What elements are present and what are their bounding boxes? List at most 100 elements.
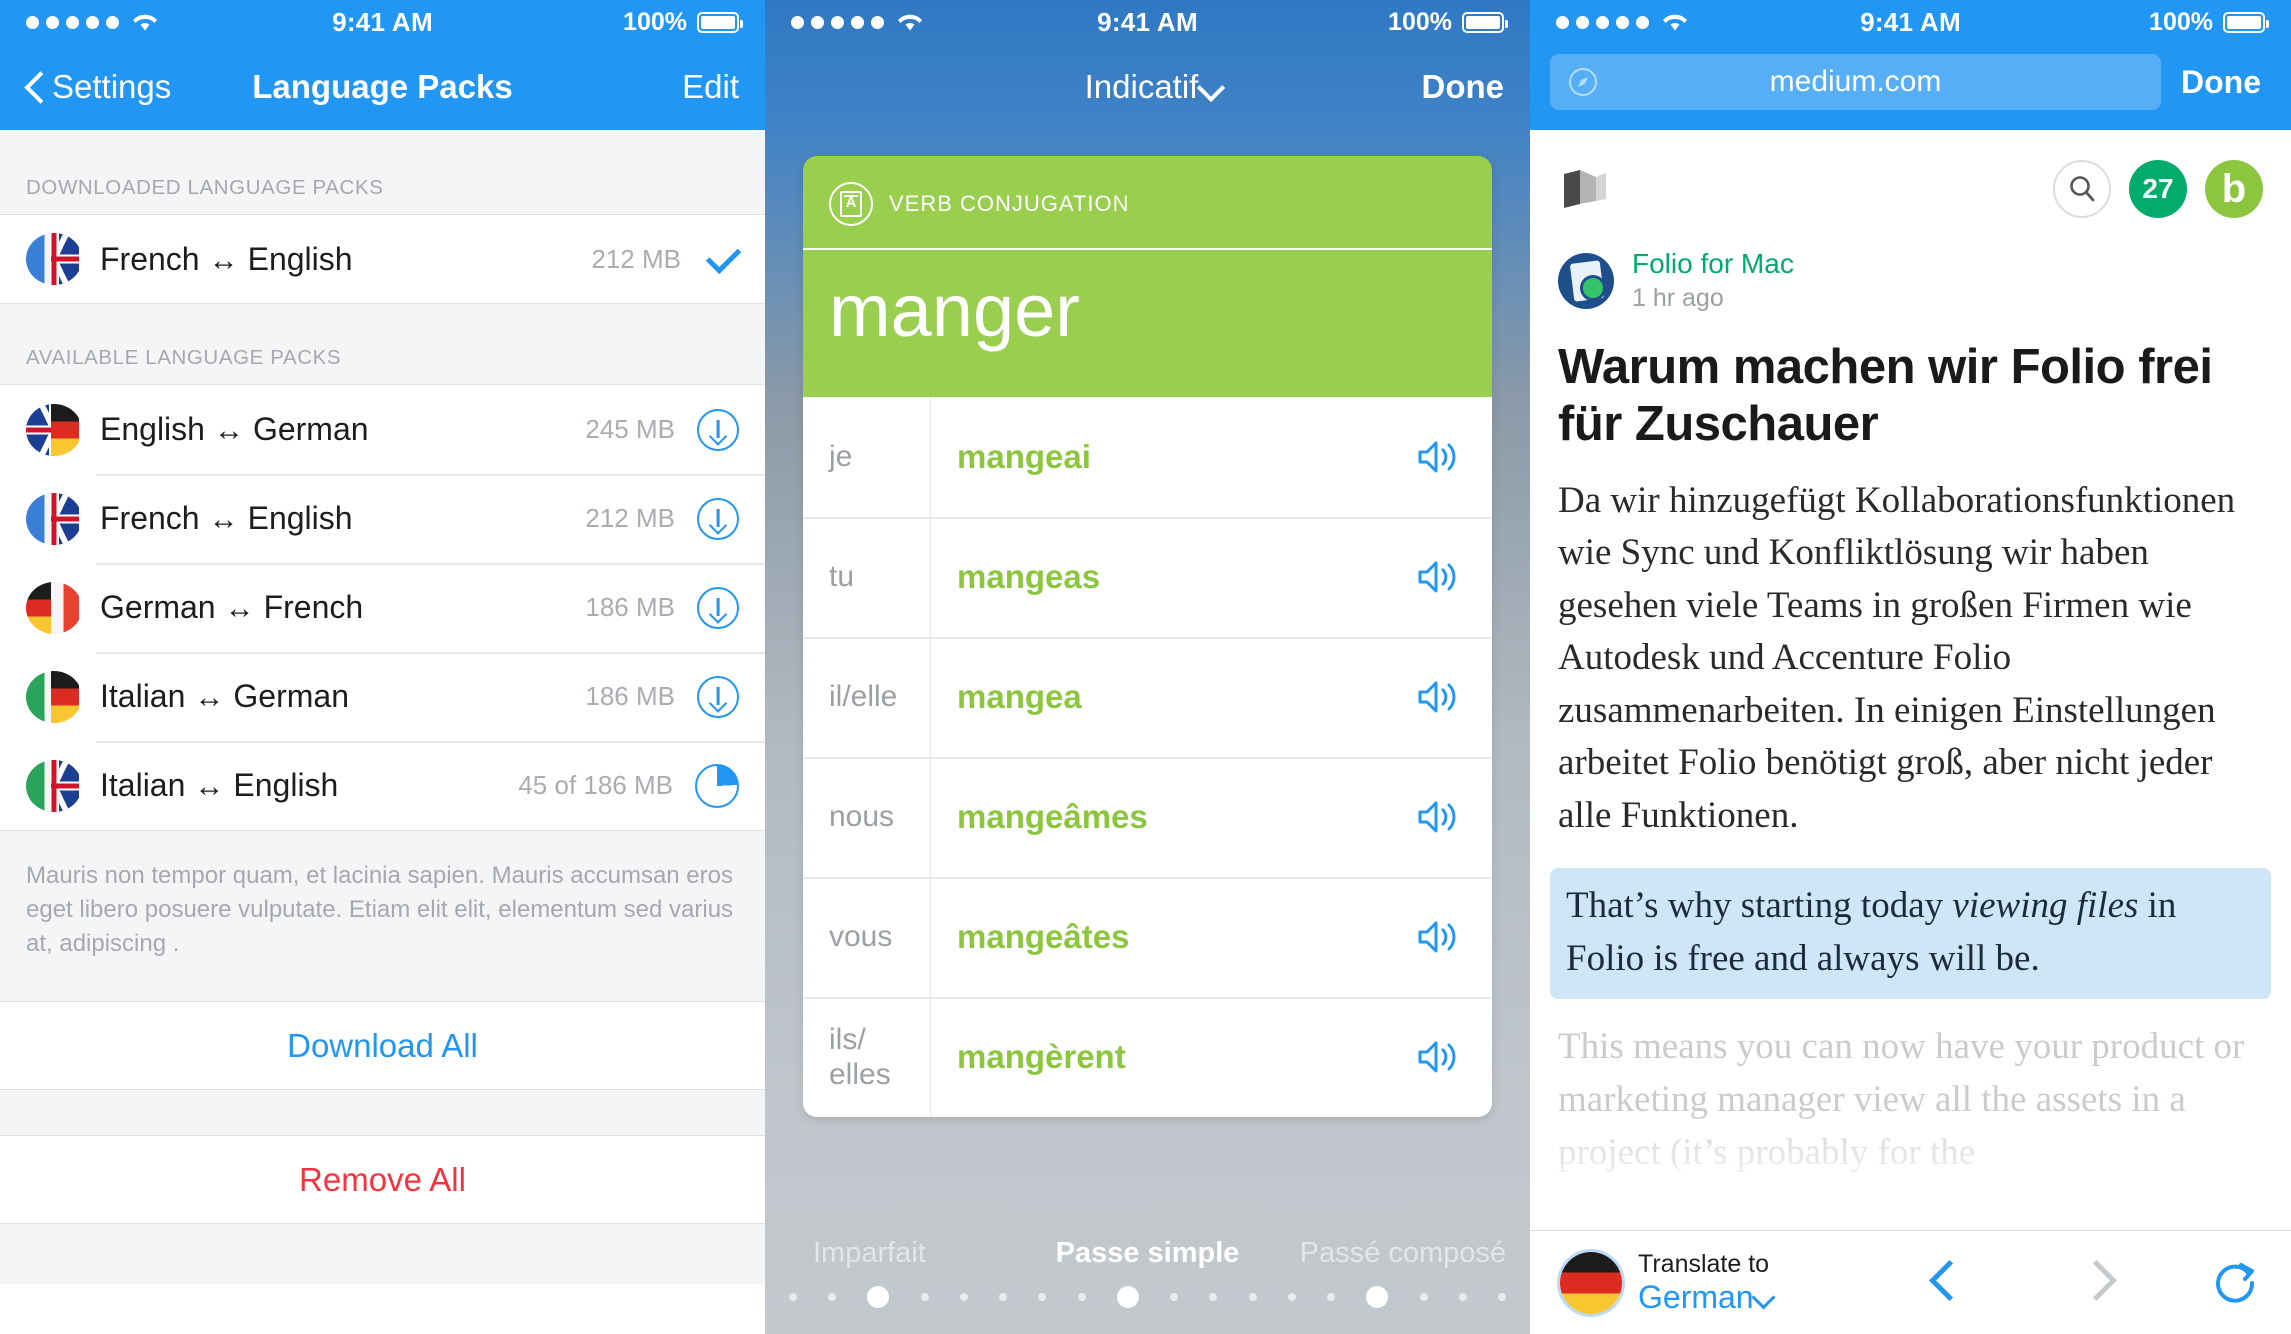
quote-emphasis: viewing files: [1952, 885, 2139, 927]
speaker-icon[interactable]: [1416, 677, 1462, 717]
quote-pre: That’s why starting today: [1566, 885, 1953, 927]
speaker-icon[interactable]: [1416, 797, 1462, 837]
page-dot[interactable]: [1458, 1293, 1467, 1301]
address-bar[interactable]: medium.com: [1550, 54, 2161, 110]
page-dot[interactable]: [1366, 1286, 1389, 1308]
done-button[interactable]: Done: [2181, 64, 2261, 101]
status-bar: 9:41 AM 100%: [0, 0, 765, 44]
page-dot[interactable]: [789, 1293, 797, 1301]
conjugation-row[interactable]: il/elle mangea: [803, 637, 1492, 757]
conjugated-form: mangeâmes: [957, 798, 1148, 835]
navigation-bar: Settings Language Packs Edit: [0, 44, 765, 130]
table-row[interactable]: English ↔ German 245 MB: [0, 385, 765, 474]
translate-selector[interactable]: Translate to German: [1638, 1250, 1769, 1316]
pronoun-cell: nous: [803, 757, 931, 877]
pack-size: 45 of 186 MB: [518, 770, 673, 800]
medium-logo-icon[interactable]: [1558, 160, 1616, 218]
page-dot[interactable]: [1209, 1293, 1218, 1301]
back-button-label: Settings: [52, 68, 172, 105]
download-all-button[interactable]: Download All: [0, 1002, 765, 1091]
conjugation-row[interactable]: vous mangeâtes: [803, 877, 1492, 997]
battery-icon: [1462, 11, 1508, 33]
conjugation-row[interactable]: ils/ elles mangèrent: [803, 997, 1492, 1117]
table-row[interactable]: German ↔ French 186 MB: [0, 563, 765, 652]
notification-badge[interactable]: 27: [2129, 160, 2187, 218]
status-time: 9:41 AM: [1860, 6, 1961, 37]
pronoun-cell: tu: [803, 517, 931, 637]
avatar[interactable]: b: [2205, 160, 2263, 218]
speaker-icon[interactable]: [1416, 557, 1462, 597]
status-time: 9:41 AM: [1097, 6, 1198, 37]
page-dot[interactable]: [867, 1286, 890, 1308]
done-button[interactable]: Done: [1422, 68, 1505, 106]
pack-size: 212 MB: [585, 503, 675, 533]
pronoun-cell: vous: [803, 877, 931, 997]
conjugation-card: A VERB CONJUGATION manger je mangeai tu …: [803, 156, 1492, 1117]
speaker-icon[interactable]: [1416, 917, 1462, 957]
page-dot[interactable]: [1497, 1293, 1506, 1301]
tab-tense-previous[interactable]: Imparfait: [813, 1237, 926, 1270]
article-paragraph-faded: This means you can now have your product…: [1558, 1026, 2245, 1173]
conjugation-row[interactable]: tu mangeas: [803, 517, 1492, 637]
speaker-icon[interactable]: [1416, 1037, 1462, 1077]
divider: [0, 1090, 765, 1137]
chevron-right-icon[interactable]: [2079, 1261, 2123, 1305]
table-row[interactable]: French ↔ English 212 MB: [0, 474, 765, 563]
article-headline: Warum machen wir Folio frei für Zuschaue…: [1558, 340, 2213, 451]
page-dot[interactable]: [959, 1293, 968, 1301]
mood-selector[interactable]: Indicatif: [765, 68, 1530, 106]
screen-verb-conjugation: 9:41 AM 100% Indicatif Done A VERB CONJU…: [765, 0, 1530, 1334]
mood-label: Indicatif: [1084, 68, 1199, 105]
edit-button[interactable]: Edit: [682, 68, 739, 106]
page-dot[interactable]: [920, 1293, 929, 1301]
download-progress-indicator[interactable]: [695, 763, 739, 808]
publication-name[interactable]: Folio for Mac: [1632, 248, 1794, 279]
page-dot[interactable]: [1116, 1286, 1139, 1308]
download-button[interactable]: [697, 586, 739, 629]
download-button[interactable]: [697, 408, 739, 451]
conjugated-form: mangeai: [957, 438, 1091, 475]
page-dot[interactable]: [1287, 1293, 1296, 1301]
language-pair-label: Italian ↔ German: [100, 678, 349, 714]
conjugated-form: mangea: [957, 678, 1082, 715]
conjugation-row[interactable]: nous mangeâmes: [803, 757, 1492, 877]
remove-all-button[interactable]: Remove All: [0, 1136, 765, 1225]
page-dot[interactable]: [828, 1293, 837, 1301]
page-dot[interactable]: [1248, 1293, 1257, 1301]
translate-language-value[interactable]: German: [1638, 1279, 1769, 1316]
back-button[interactable]: Settings: [26, 68, 171, 106]
tab-tense-next[interactable]: Passé composé: [1300, 1237, 1506, 1270]
page-dot[interactable]: [1038, 1293, 1047, 1301]
page-dot[interactable]: [999, 1293, 1008, 1301]
chevron-left-icon: [26, 73, 42, 101]
flag-pair-icon: [26, 670, 82, 723]
conjugation-row[interactable]: je mangeai: [803, 397, 1492, 517]
reload-icon[interactable]: [2209, 1257, 2261, 1309]
download-button[interactable]: [697, 675, 739, 718]
avatar-letter: b: [2221, 167, 2247, 211]
section-header-available: AVAILABLE LANGUAGE PACKS: [0, 304, 765, 385]
page-dot[interactable]: [1170, 1293, 1179, 1301]
language-pair-label: German ↔ French: [100, 589, 364, 625]
search-icon[interactable]: [2053, 160, 2111, 218]
page-dot[interactable]: [1419, 1293, 1428, 1301]
chevron-left-icon[interactable]: [1923, 1261, 1967, 1305]
tab-tense-current[interactable]: Passe simple: [1056, 1237, 1240, 1270]
table-row[interactable]: Italian ↔ German 186 MB: [0, 652, 765, 741]
page-dot[interactable]: [1327, 1293, 1336, 1301]
flag-pair-icon: [26, 759, 82, 812]
language-pair-label: French ↔ English: [100, 500, 353, 536]
highlighted-quote[interactable]: That’s why starting today viewing files …: [1550, 868, 2271, 1000]
page-dot[interactable]: [1077, 1293, 1086, 1301]
footer-note: Mauris non tempor quam, et lacinia sapie…: [0, 830, 765, 1003]
table-row[interactable]: Italian ↔ English 45 of 186 MB: [0, 741, 765, 830]
language-pair-label: Italian ↔ English: [100, 767, 339, 803]
three-phone-screenshots: 9:41 AM 100% Settings Language Packs Edi…: [0, 0, 2291, 1334]
page-indicator-dots[interactable]: [765, 1286, 1530, 1308]
publication-avatar-icon: [1558, 252, 1614, 309]
table-row[interactable]: French ↔ English 212 MB: [0, 215, 765, 304]
speaker-icon[interactable]: [1416, 437, 1462, 477]
flag-pair-icon: [26, 233, 82, 285]
download-button[interactable]: [697, 497, 739, 540]
pronoun-cell: il/elle: [803, 637, 931, 757]
